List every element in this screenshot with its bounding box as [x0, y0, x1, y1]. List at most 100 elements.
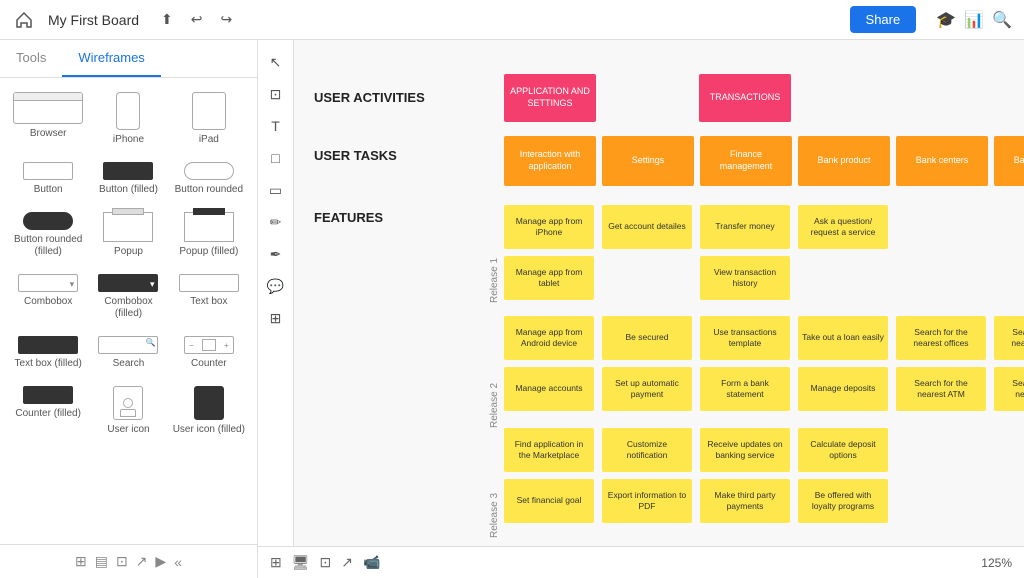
sidebar-item-textbox-filled[interactable]: Text box (filled) — [10, 332, 86, 374]
note-transactions-template[interactable]: Use transactions template — [700, 316, 790, 360]
note-manage-deposits[interactable]: Manage deposits — [798, 367, 888, 411]
sidebar-item-counter[interactable]: −+ Counter — [171, 332, 247, 374]
sidebar: Tools Wireframes Browser iPhone iPad — [0, 40, 258, 578]
sidebar-item-popup-filled[interactable]: Popup (filled) — [171, 208, 247, 262]
phone-icon — [116, 92, 140, 130]
note-financial-goal[interactable]: Set financial goal — [504, 479, 594, 523]
user-tasks-label: USER TASKS — [314, 148, 397, 163]
sidebar-item-textbox[interactable]: Text box — [171, 270, 247, 324]
collapse-icon[interactable]: « — [174, 554, 182, 570]
note-app-settings[interactable]: APPLICATION AND SETTINGS — [504, 74, 596, 122]
grid-icon[interactable]: ⊞ — [75, 553, 87, 570]
sidebar-item-button-rounded-filled[interactable]: Button rounded (filled) — [10, 208, 86, 262]
toolbar-actions: ⬆ ↩ ↪ — [155, 9, 238, 30]
note-ask-question[interactable]: Ask a question/ request a service — [798, 205, 888, 249]
note-manage-android[interactable]: Manage app from Android device — [504, 316, 594, 360]
sidebar-item-button-filled[interactable]: Button (filled) — [90, 158, 166, 200]
sidebar-item-popup[interactable]: Popup — [90, 208, 166, 262]
note-finance[interactable]: Finance management — [700, 136, 792, 186]
note-transactions[interactable]: TRANSACTIONS — [699, 74, 791, 122]
undo-button[interactable]: ↩ — [185, 9, 209, 30]
tab-wireframes[interactable]: Wireframes — [62, 40, 160, 77]
sidebar-item-counter-filled[interactable]: Counter (filled) — [10, 382, 86, 440]
note-be-secured[interactable]: Be secured — [602, 316, 692, 360]
sidebar-item-user-icon-filled[interactable]: User icon (filled) — [171, 382, 247, 440]
combobox-filled-label: Combobox (filled) — [92, 296, 164, 320]
note-interaction[interactable]: Interaction with application — [504, 136, 596, 186]
counter-label: Counter — [191, 358, 227, 370]
note-transfer[interactable]: Transfer money — [700, 205, 790, 249]
sidebar-item-button-rounded[interactable]: Button rounded — [171, 158, 247, 200]
sidebar-item-iphone[interactable]: iPhone — [90, 88, 166, 150]
note-bank-centers-1[interactable]: Bank centers — [896, 136, 988, 186]
export-icon[interactable]: ↗ — [136, 553, 148, 570]
upload-button[interactable]: ⬆ — [155, 9, 179, 30]
note-view-history[interactable]: View transaction history — [700, 256, 790, 300]
counter-icon: −+ — [184, 336, 234, 354]
note-automatic-payment[interactable]: Set up automatic payment — [602, 367, 692, 411]
user-icon-filled — [194, 386, 224, 420]
pencil-tool[interactable]: ✒ — [262, 240, 290, 268]
chart-icon[interactable]: 📊 — [964, 10, 984, 30]
sidebar-tabs: Tools Wireframes — [0, 40, 257, 78]
cam-icon[interactable]: 📹 — [363, 554, 380, 571]
cursor-tool[interactable]: ↖ — [262, 48, 290, 76]
note-search-atm-1[interactable]: Search for the nearest ATM — [896, 367, 986, 411]
note-updates[interactable]: Receive updates on banking service — [700, 428, 790, 472]
note-search-offices-2[interactable]: Search for the nearest offices — [994, 316, 1024, 360]
note-search-atm-2[interactable]: Search for the nearest ATM — [994, 367, 1024, 411]
rect-tool[interactable]: ▭ — [262, 176, 290, 204]
sidebar-item-browser[interactable]: Browser — [10, 88, 86, 150]
sidebar-item-combobox-filled[interactable]: Combobox (filled) — [90, 270, 166, 324]
share-bottom-icon[interactable]: ↗ — [341, 554, 353, 571]
grid-bottom-icon[interactable]: ⊞ — [270, 554, 282, 571]
layer-icon[interactable]: ▤ — [95, 553, 108, 570]
user-icon — [113, 386, 143, 420]
tablet-icon — [192, 92, 226, 130]
sidebar-item-ipad[interactable]: iPad — [171, 88, 247, 150]
home-icon[interactable] — [12, 8, 36, 32]
pen-tool[interactable]: ✏ — [262, 208, 290, 236]
note-get-account[interactable]: Get account detailes — [602, 205, 692, 249]
sidebar-item-combobox[interactable]: Combobox — [10, 270, 86, 324]
monitor-icon[interactable]: 🖥 — [292, 554, 310, 571]
canvas[interactable]: USER ACTIVITIES APPLICATION AND SETTINGS… — [294, 40, 1024, 578]
comment-tool[interactable]: 💬 — [262, 272, 290, 300]
canvas-inner: USER ACTIVITIES APPLICATION AND SETTINGS… — [314, 60, 1024, 578]
frame-icon[interactable]: ⊡ — [116, 553, 128, 570]
note-export-pdf[interactable]: Export information to PDF — [602, 479, 692, 523]
sidebar-item-button[interactable]: Button — [10, 158, 86, 200]
shape-tool[interactable]: □ — [262, 144, 290, 172]
ipad-label: iPad — [199, 134, 219, 146]
frame-tool[interactable]: ⊡ — [262, 80, 290, 108]
tab-tools[interactable]: Tools — [0, 40, 62, 77]
graduation-icon[interactable]: 🎓 — [936, 10, 956, 30]
search-icon[interactable]: 🔍 — [992, 10, 1012, 30]
note-loyalty[interactable]: Be offered with loyalty programs — [798, 479, 888, 523]
text-tool[interactable]: T — [262, 112, 290, 140]
textbox-filled-label: Text box (filled) — [15, 358, 82, 370]
textbox-filled-icon — [18, 336, 78, 354]
button-filled-label: Button (filled) — [99, 184, 158, 196]
sidebar-bottom: ⊞ ▤ ⊡ ↗ ▶ « — [0, 544, 257, 578]
note-manage-accounts[interactable]: Manage accounts — [504, 367, 594, 411]
grid-tool[interactable]: ⊞ — [262, 304, 290, 332]
note-manage-tablet[interactable]: Manage app from tablet — [504, 256, 594, 300]
note-loan[interactable]: Take out a loan easily — [798, 316, 888, 360]
sidebar-item-search[interactable]: Search — [90, 332, 166, 374]
note-bank-product[interactable]: Bank product — [798, 136, 890, 186]
note-deposit-options[interactable]: Calculate deposit options — [798, 428, 888, 472]
note-settings[interactable]: Settings — [602, 136, 694, 186]
video-icon[interactable]: ▶ — [155, 553, 166, 570]
note-manage-iphone[interactable]: Manage app from iPhone — [504, 205, 594, 249]
note-third-party[interactable]: Make third party payments — [700, 479, 790, 523]
sidebar-item-user-icon[interactable]: User icon — [90, 382, 166, 440]
note-bank-centers-2[interactable]: Bank centers — [994, 136, 1024, 186]
note-search-offices-1[interactable]: Search for the nearest offices — [896, 316, 986, 360]
note-marketplace[interactable]: Find application in the Marketplace — [504, 428, 594, 472]
note-bank-statement[interactable]: Form a bank statement — [700, 367, 790, 411]
present-icon[interactable]: ⊡ — [320, 554, 332, 571]
share-button[interactable]: Share — [850, 6, 917, 33]
redo-button[interactable]: ↪ — [214, 9, 238, 30]
note-notification[interactable]: Customize notification — [602, 428, 692, 472]
